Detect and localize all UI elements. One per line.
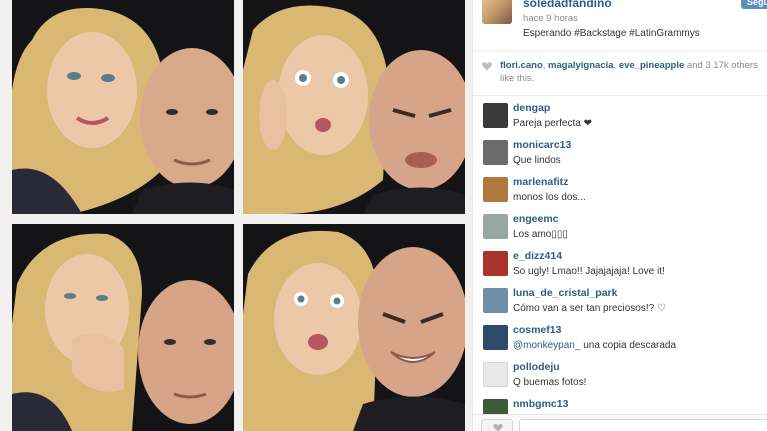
comment-text: So ugly! Lmao!! Jajajajaja! Love it! xyxy=(513,266,665,277)
avatar[interactable] xyxy=(483,251,508,276)
comment-item: monicarc13 Que lindos xyxy=(473,135,767,171)
liker-link[interactable]: flori.cano xyxy=(500,60,543,71)
comment-input[interactable] xyxy=(519,419,767,431)
avatar[interactable] xyxy=(483,177,508,202)
comment-text: monos los dos... xyxy=(513,192,586,203)
comment-username-link[interactable]: pollodeju xyxy=(513,361,560,373)
photo-frame-2 xyxy=(243,0,465,214)
comment-item: e_dizz414 So ugly! Lmao!! Jajajajaja! Lo… xyxy=(473,246,767,282)
liker-link[interactable]: eve_pineapple xyxy=(619,60,684,71)
photo-frame-3 xyxy=(12,224,234,431)
avatar[interactable] xyxy=(483,288,508,313)
post-timestamp: hace 9 horas xyxy=(523,13,578,24)
post-panel: soledadfandino hace 9 horas Esperando #B… xyxy=(472,0,767,431)
avatar[interactable] xyxy=(483,362,508,387)
owner-avatar[interactable] xyxy=(482,0,512,24)
comment-item: pollodeju Q buemas fotos! xyxy=(473,357,767,393)
comment-username-link[interactable]: dengap xyxy=(513,102,550,114)
photo-couple-funny-face xyxy=(243,0,465,214)
photo-couple-surprised xyxy=(12,224,234,431)
post-caption: Esperando #Backstage #LatinGrammys xyxy=(523,28,700,39)
divider xyxy=(473,95,767,96)
divider xyxy=(473,51,767,52)
comment-username-link[interactable]: engeemc xyxy=(513,213,559,225)
photo-couple-smiling xyxy=(12,0,234,214)
photo-frame-4 xyxy=(243,224,465,431)
like-button[interactable] xyxy=(481,419,513,431)
photo-couple-laughing xyxy=(243,224,465,431)
comment-username-link[interactable]: e_dizz414 xyxy=(513,250,562,262)
comment-text: @monkeypan_ una copia descarada xyxy=(513,340,676,351)
comment-username-link[interactable]: luna_de_cristal_park xyxy=(513,287,617,299)
owner-username-link[interactable]: soledadfandino xyxy=(523,0,612,10)
avatar[interactable] xyxy=(483,140,508,165)
mention-link[interactable]: @monkeypan_ xyxy=(513,340,580,351)
avatar[interactable] xyxy=(483,325,508,350)
avatar[interactable] xyxy=(483,103,508,128)
comment-text: Que lindos xyxy=(513,155,561,166)
comment-bar xyxy=(473,414,767,431)
likes-tail: like this. xyxy=(500,73,535,84)
heart-icon xyxy=(481,62,493,71)
comment-text: Los amo▯▯▯ xyxy=(513,229,568,240)
photo-frame-1 xyxy=(12,0,234,214)
follow-button[interactable]: Segu xyxy=(741,0,767,9)
likes-text: flori.cano, magalyignacia, eve_pineapple… xyxy=(500,59,767,85)
photo-area xyxy=(0,0,472,431)
comment-item: engeemc Los amo▯▯▯ xyxy=(473,209,767,245)
post-header: soledadfandino hace 9 horas Esperando #B… xyxy=(473,0,767,50)
comment-text-body: una copia descarada xyxy=(580,340,677,351)
comment-username-link[interactable]: monicarc13 xyxy=(513,139,571,151)
comment-item: marlenafitz monos los dos... xyxy=(473,172,767,208)
liker-link[interactable]: magalyignacia xyxy=(548,60,613,71)
comment-username-link[interactable]: nmbgmc13 xyxy=(513,398,568,410)
comment-username-link[interactable]: marlenafitz xyxy=(513,176,568,188)
avatar[interactable] xyxy=(483,214,508,239)
comment-text: Q buemas fotos! xyxy=(513,377,587,388)
likes-count[interactable]: and 3.17k others xyxy=(684,60,758,71)
comment-item: dengap Pareja perfecta ❤ xyxy=(473,98,767,134)
comment-username-link[interactable]: cosmef13 xyxy=(513,324,561,336)
comment-text: Cómo van a ser tan preciosos!? ♡ xyxy=(513,303,666,314)
comment-item: cosmef13 @monkeypan_ una copia descarada xyxy=(473,320,767,356)
comment-item: luna_de_cristal_park Cómo van a ser tan … xyxy=(473,283,767,319)
heart-icon xyxy=(493,424,503,431)
comment-text: Pareja perfecta ❤ xyxy=(513,118,592,129)
